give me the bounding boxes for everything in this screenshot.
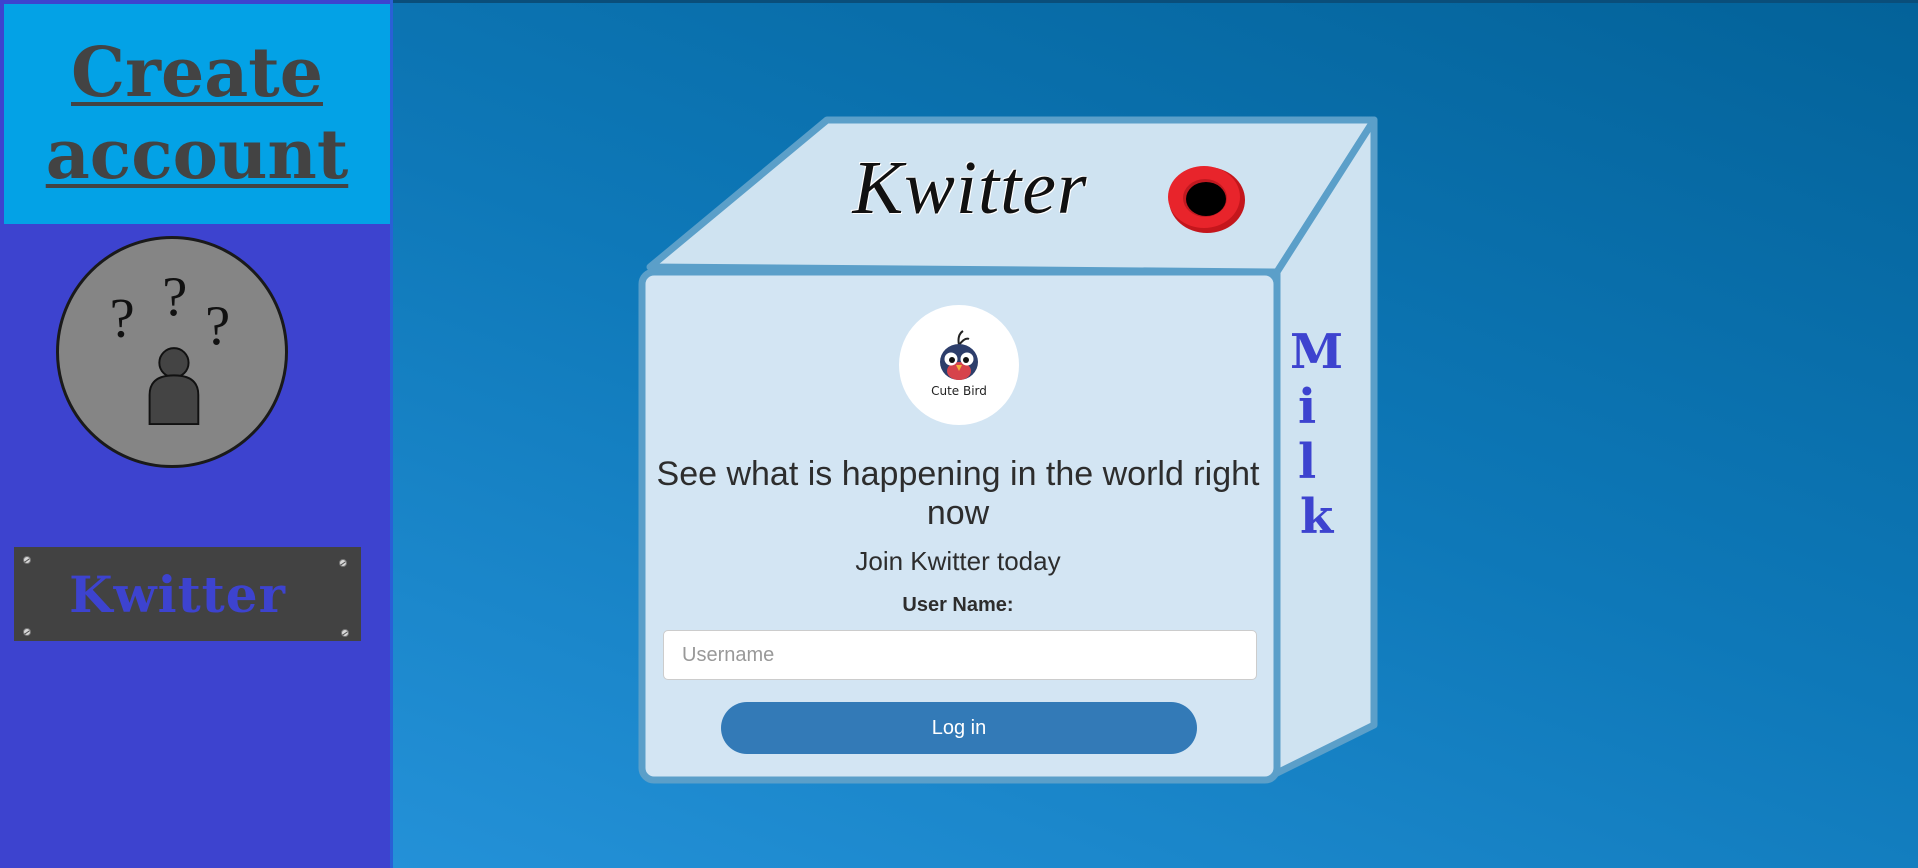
- plaque-label: Kwitter: [69, 564, 286, 624]
- milk-side-label: M i l k: [1266, 325, 1358, 545]
- sidebar: Create account ? ? ? Kwitter: [0, 0, 393, 868]
- headline: See what is happening in the world right…: [656, 455, 1260, 532]
- svg-text:?: ?: [162, 266, 187, 328]
- username-input[interactable]: [663, 630, 1257, 680]
- login-button[interactable]: Log in: [721, 702, 1197, 754]
- red-button-icon[interactable]: [1164, 164, 1246, 236]
- create-account-panel[interactable]: Create account: [4, 4, 390, 224]
- unknown-user-avatar-icon: ? ? ?: [56, 236, 288, 468]
- screw-icon: [23, 628, 31, 636]
- screw-icon: [339, 559, 347, 567]
- milk-letter: l: [1298, 434, 1317, 490]
- login-panel: Cute Bird See what is happening in the w…: [648, 282, 1268, 782]
- milk-letter: i: [1298, 379, 1317, 435]
- milk-letter: k: [1300, 489, 1334, 545]
- screw-icon: [341, 629, 349, 637]
- milk-letter: M: [1290, 324, 1344, 380]
- kwitter-plaque: Kwitter: [14, 547, 361, 641]
- carton-title: Kwitter: [852, 146, 1088, 230]
- create-account-link[interactable]: Create account: [4, 32, 390, 196]
- cute-bird-logo-icon: Cute Bird: [899, 305, 1019, 425]
- username-label: User Name:: [902, 594, 1014, 616]
- svg-text:?: ?: [205, 295, 230, 357]
- subheadline: Join Kwitter today: [855, 546, 1061, 576]
- svg-text:?: ?: [110, 287, 135, 349]
- screw-icon: [23, 556, 31, 564]
- logo-caption: Cute Bird: [931, 384, 987, 398]
